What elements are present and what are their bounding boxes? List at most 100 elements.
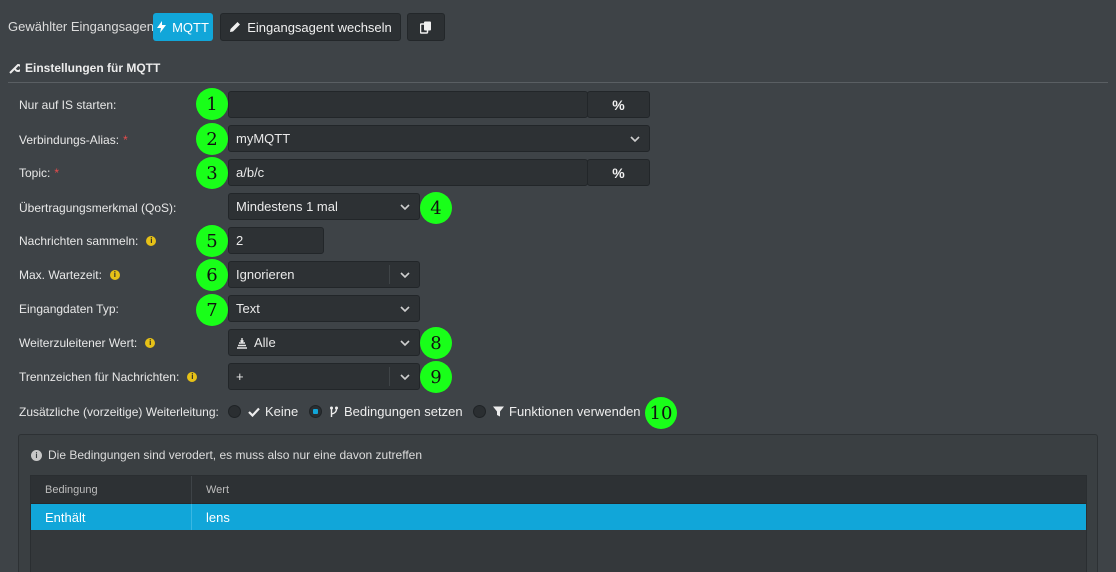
- qos-select[interactable]: Mindestens 1 mal: [228, 193, 420, 220]
- section-divider: [8, 82, 1108, 83]
- early-forward-label: Zusätzliche (vorzeitige) Weiterleitung:: [19, 405, 219, 419]
- forward-value-label: Weiterzuleitener Wert: i: [19, 336, 156, 350]
- chevron-down-icon: [400, 204, 410, 211]
- mqtt-agent-button[interactable]: MQTT: [153, 13, 213, 41]
- conditions-info-text: Die Bedingungen sind verodert, es muss a…: [48, 448, 423, 462]
- copy-icon: [420, 21, 431, 34]
- alias-value: myMQTT: [236, 131, 291, 146]
- qos-label: Übertragungsmerkmal (QoS):: [19, 201, 176, 215]
- agent-bar: Gewählter Eingangsagent: MQTT Eingangsag…: [0, 0, 1116, 52]
- wait-value: Ignorieren: [236, 267, 295, 282]
- info-icon[interactable]: i: [146, 236, 157, 246]
- stack-icon: [237, 337, 247, 349]
- bolt-icon: [157, 21, 167, 33]
- qos-label-text: Übertragungsmerkmal (QoS):: [19, 201, 177, 215]
- topic-label: Topic: *: [19, 166, 59, 180]
- wait-select[interactable]: Ignorieren: [228, 261, 420, 288]
- select-separator: [389, 367, 390, 386]
- section-title-text: Einstellungen für MQTT: [25, 61, 161, 75]
- chevron-down-icon: [400, 340, 410, 347]
- chevron-down-icon: [630, 136, 640, 143]
- is-start-input[interactable]: [228, 91, 588, 118]
- badge-2: 2: [196, 123, 228, 155]
- topic-variable-button[interactable]: %: [587, 159, 650, 186]
- wait-label-text: Max. Wartezeit:: [19, 268, 102, 282]
- collect-label: Nachrichten sammeln: i: [19, 234, 157, 248]
- copy-button[interactable]: [407, 13, 445, 41]
- required-marker: *: [54, 166, 60, 180]
- collect-input[interactable]: 2: [228, 227, 324, 254]
- badge-10: 10: [645, 397, 677, 429]
- branch-icon: [330, 406, 338, 417]
- check-icon: [248, 407, 260, 417]
- badge-3: 3: [196, 157, 228, 189]
- is-start-label-text: Nur auf IS starten:: [19, 98, 117, 112]
- separator-label: Trennzeichen für Nachrichten: i: [19, 370, 198, 384]
- column-separator: [191, 504, 192, 530]
- input-type-value: Text: [236, 301, 260, 316]
- option-none-label: Keine: [265, 404, 299, 419]
- alias-select[interactable]: myMQTT: [228, 125, 650, 152]
- alias-label-text: Verbindungs-Alias:: [19, 133, 120, 147]
- badge-9: 9: [420, 361, 452, 393]
- radio-conditions[interactable]: [309, 405, 322, 418]
- forward-value-select[interactable]: Alle: [228, 329, 420, 356]
- badge-8: 8: [420, 327, 452, 359]
- badge-7: 7: [196, 294, 228, 326]
- is-start-variable-button[interactable]: %: [587, 91, 650, 118]
- separator-value: +: [236, 369, 244, 384]
- chevron-down-icon: [400, 306, 410, 313]
- qos-value: Mindestens 1 mal: [236, 199, 338, 214]
- radio-functions[interactable]: [473, 405, 486, 418]
- agent-label: Gewählter Eingangsagent:: [8, 19, 162, 34]
- forward-value-label-text: Weiterzuleitener Wert:: [19, 336, 138, 350]
- input-type-select[interactable]: Text: [228, 295, 420, 322]
- radio-none[interactable]: [228, 405, 241, 418]
- conditions-panel: i Die Bedingungen sind verodert, es muss…: [18, 434, 1098, 572]
- switch-agent-button[interactable]: Eingangsagent wechseln: [220, 13, 401, 41]
- option-conditions[interactable]: Bedingungen setzen: [329, 404, 463, 419]
- table-header: Bedingung Wert: [31, 476, 1086, 504]
- chevron-down-icon: [400, 272, 410, 279]
- separator-select[interactable]: +: [228, 363, 420, 390]
- conditions-table: Bedingung Wert Enthält lens: [30, 475, 1087, 572]
- cell-condition: Enthält: [45, 510, 86, 525]
- forward-value-value: Alle: [254, 335, 276, 350]
- switch-agent-label: Eingangsagent wechseln: [247, 19, 392, 35]
- wait-label: Max. Wartezeit: i: [19, 268, 120, 282]
- info-icon[interactable]: i: [145, 338, 156, 348]
- option-none[interactable]: Keine: [248, 404, 298, 419]
- badge-4: 4: [420, 192, 452, 224]
- option-functions-label: Funktionen verwenden: [509, 404, 641, 419]
- section-title: Einstellungen für MQTT: [9, 61, 160, 75]
- select-separator: [389, 265, 390, 284]
- badge-1: 1: [196, 88, 228, 120]
- column-header-condition[interactable]: Bedingung: [45, 484, 98, 496]
- filter-icon: [493, 406, 504, 417]
- cell-value: lens: [206, 510, 230, 525]
- mqtt-agent-label: MQTT: [172, 19, 209, 35]
- info-icon: i: [31, 449, 42, 461]
- column-separator: [191, 476, 192, 504]
- alias-label: Verbindungs-Alias: *: [19, 133, 128, 147]
- chevron-down-icon: [400, 374, 410, 381]
- badge-5: 5: [196, 225, 228, 257]
- separator-label-text: Trennzeichen für Nachrichten:: [19, 370, 180, 384]
- conditions-info: i Die Bedingungen sind verodert, es muss…: [31, 448, 422, 462]
- column-header-value[interactable]: Wert: [206, 484, 229, 496]
- topic-input[interactable]: a/b/c: [228, 159, 588, 186]
- info-icon[interactable]: i: [187, 372, 198, 382]
- info-icon[interactable]: i: [109, 270, 120, 280]
- badge-6: 6: [196, 259, 228, 291]
- collect-label-text: Nachrichten sammeln:: [19, 234, 139, 248]
- option-functions[interactable]: Funktionen verwenden: [493, 404, 641, 419]
- input-type-label-text: Eingangdaten Typ:: [19, 302, 119, 316]
- table-row[interactable]: Enthält lens: [31, 504, 1086, 530]
- is-start-label: Nur auf IS starten:: [19, 98, 116, 112]
- pencil-icon: [230, 22, 241, 32]
- early-forward-label-text: Zusätzliche (vorzeitige) Weiterleitung:: [19, 405, 219, 419]
- input-type-label: Eingangdaten Typ:: [19, 302, 119, 316]
- option-conditions-label: Bedingungen setzen: [344, 404, 463, 419]
- wrench-icon: [9, 63, 20, 74]
- topic-label-text: Topic:: [19, 166, 51, 180]
